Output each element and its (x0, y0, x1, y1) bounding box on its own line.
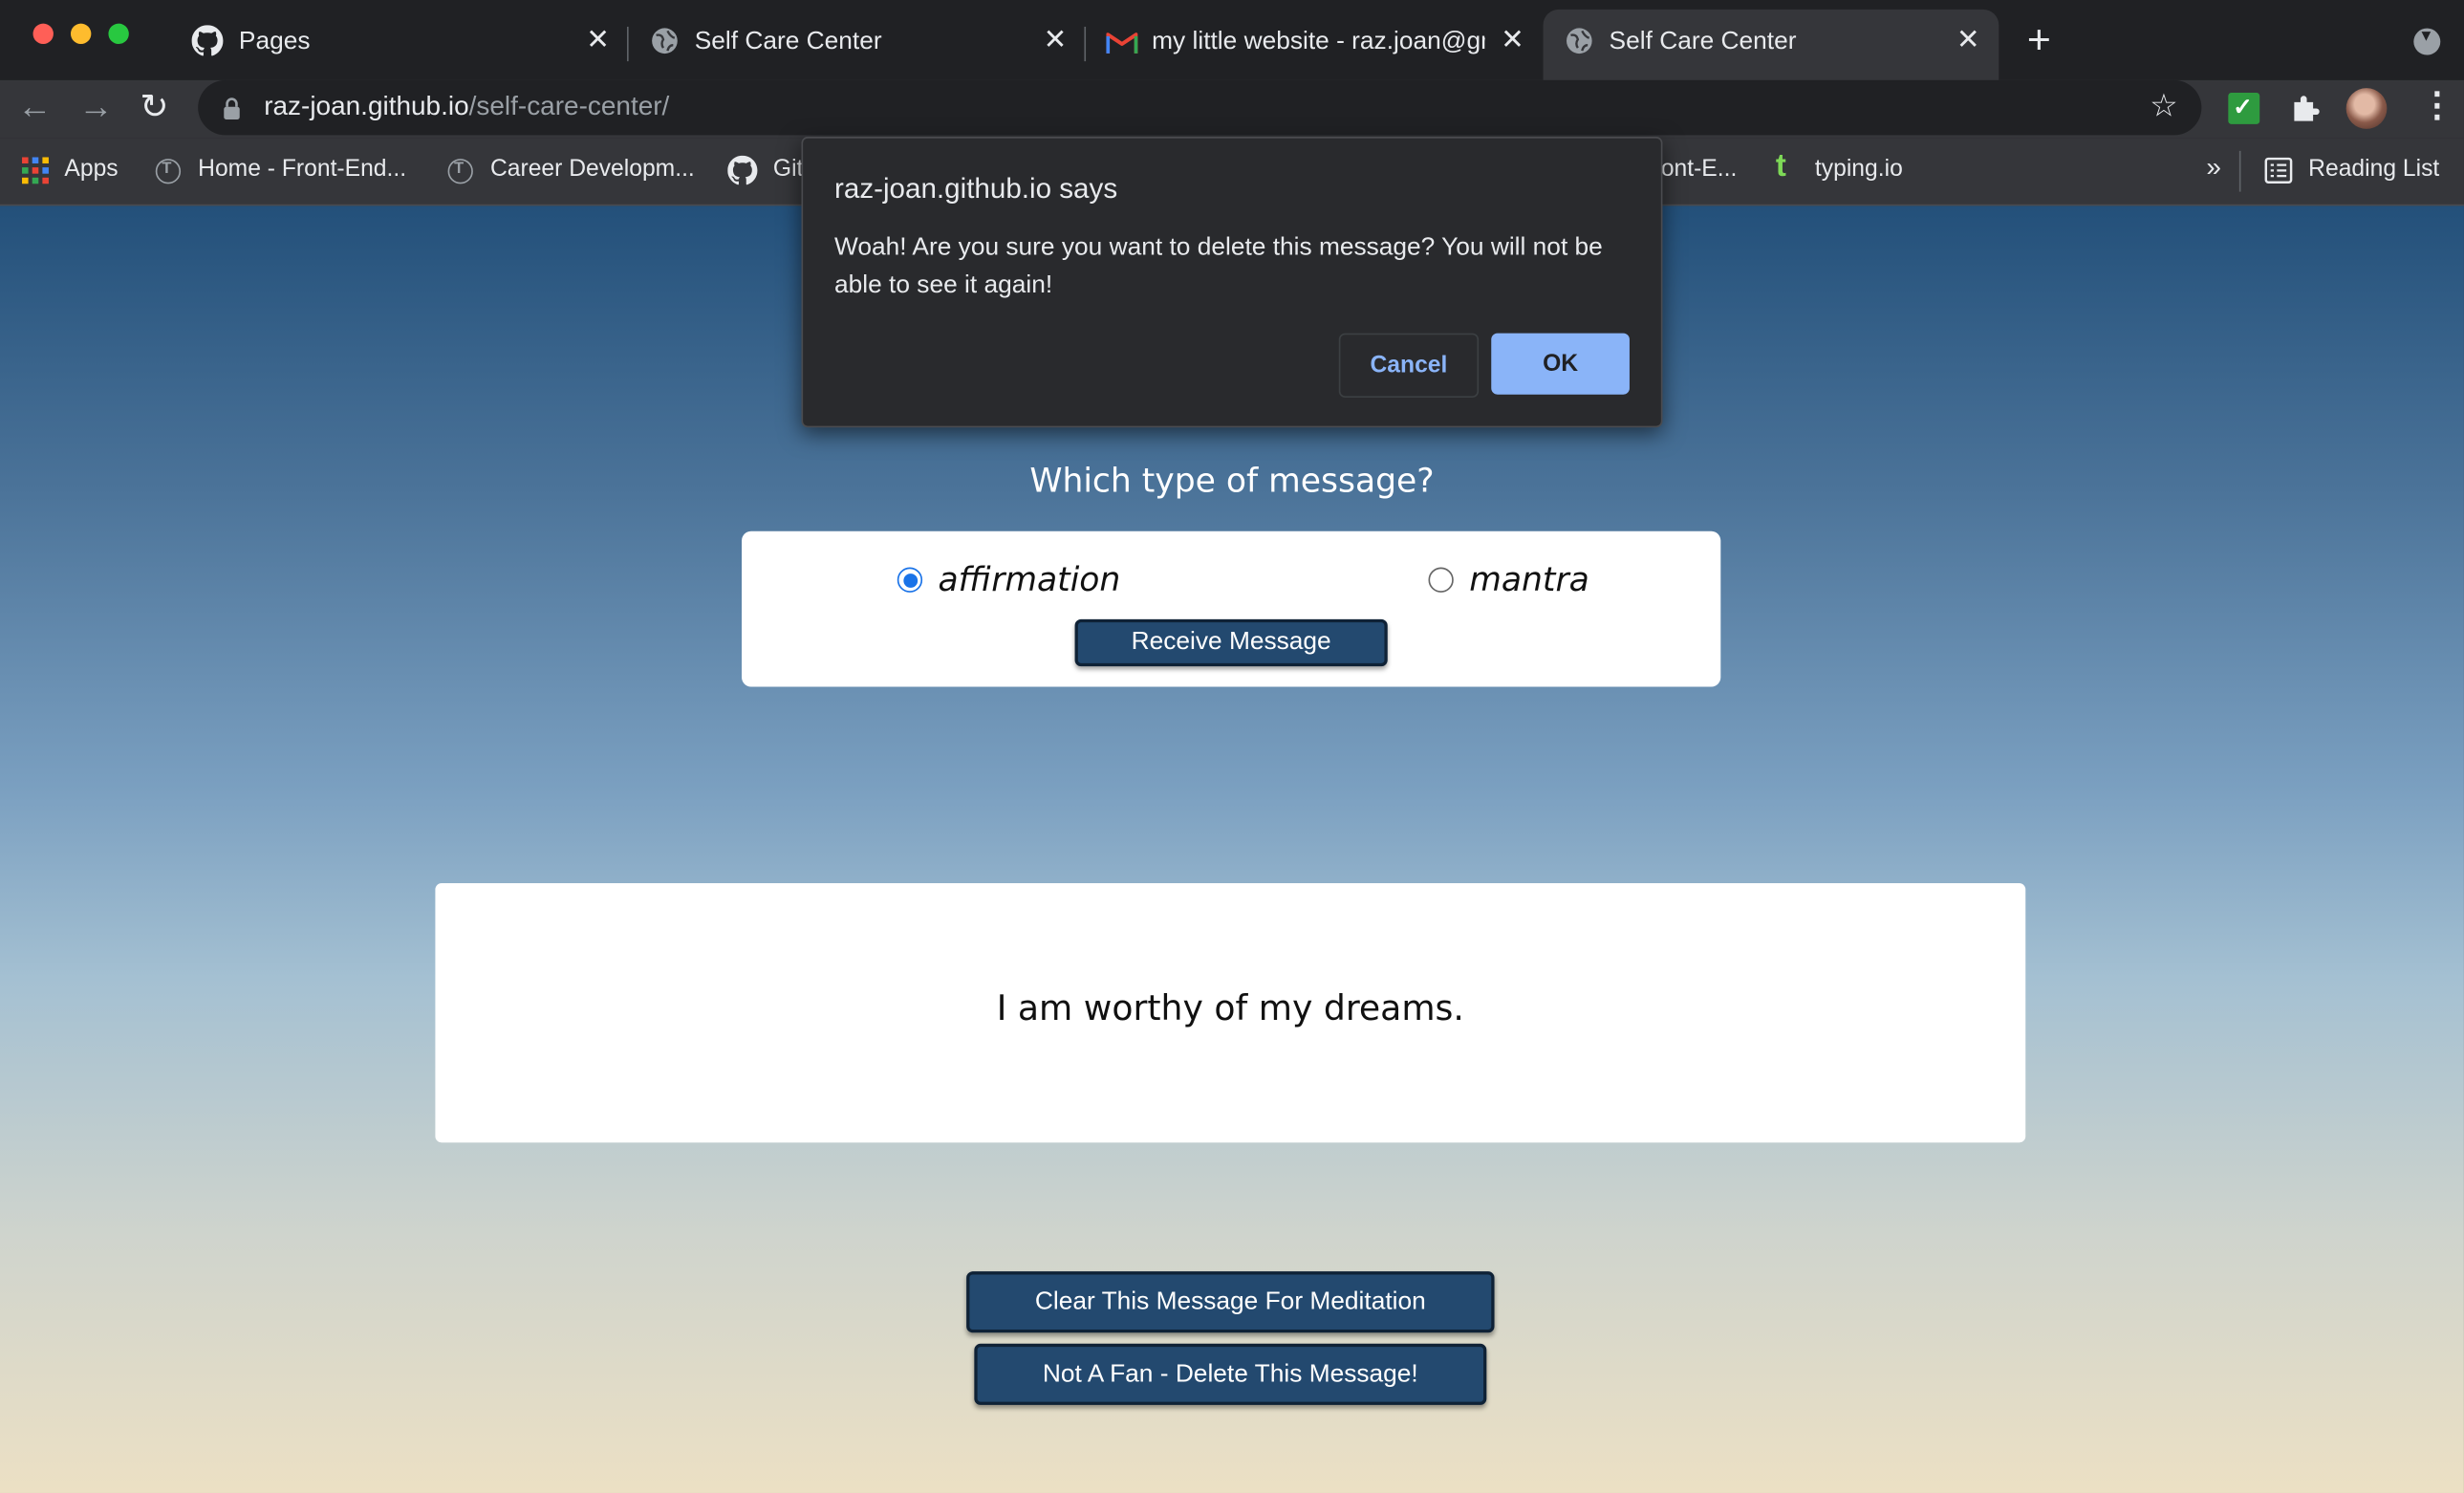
message-display-box: I am worthy of my dreams. (435, 883, 2026, 1143)
tab-divider (1084, 26, 1087, 62)
bookmark-career-development[interactable]: Career Developm... (490, 156, 695, 183)
cancel-button[interactable]: Cancel (1338, 333, 1480, 398)
reading-list-button[interactable]: Reading List (2308, 156, 2439, 183)
affirmation-radio[interactable] (897, 567, 923, 593)
kebab-menu-icon[interactable]: ⋮ (2420, 85, 2454, 126)
close-window-button[interactable] (32, 23, 54, 45)
bookmark-github[interactable]: Git (773, 156, 804, 183)
tab-label: Pages (238, 28, 311, 55)
dialog-title: raz-joan.github.io says (834, 172, 1118, 205)
delete-message-button[interactable]: Not A Fan - Delete This Message! (974, 1343, 1487, 1405)
reading-list-icon (2264, 157, 2293, 184)
mantra-label[interactable]: mantra (1469, 561, 1589, 598)
bookmarks-divider (2238, 150, 2241, 192)
extension-checkmark-icon[interactable]: ✓ (2228, 93, 2260, 124)
close-tab-icon[interactable]: ✕ (1956, 24, 1980, 55)
address-bar[interactable]: raz-joan.github.io/self-care-center/ ☆ (198, 79, 2202, 136)
bookmarks-overflow-icon[interactable]: » (2206, 152, 2221, 184)
ok-button[interactable]: OK (1491, 333, 1630, 395)
globe-icon (652, 28, 678, 54)
tab-self-care-center-active[interactable]: Self Care Center ✕ (1543, 9, 1999, 80)
check-icon: ✓ (2233, 94, 2253, 121)
bookmark-home-front-end[interactable]: Home - Front-End... (198, 156, 406, 183)
dialog-message: Woah! Are you sure you want to delete th… (834, 233, 1603, 299)
extensions-puzzle-icon[interactable] (2289, 93, 2321, 124)
profile-avatar[interactable] (2345, 88, 2388, 129)
tab-self-care-center[interactable]: Self Care Center ✕ (630, 10, 1076, 80)
reload-icon[interactable]: ↻ (140, 86, 168, 127)
gmail-icon (1106, 32, 1138, 54)
tab-label: Self Care Center (694, 28, 882, 55)
close-tab-icon[interactable]: ✕ (586, 24, 610, 55)
url-host: raz-joan.github.io (264, 91, 469, 121)
maximize-window-button[interactable] (108, 23, 129, 45)
turing-icon: T (155, 159, 182, 184)
clear-message-button[interactable]: Clear This Message For Meditation (966, 1271, 1495, 1333)
bookmark-apps[interactable]: Apps (64, 156, 118, 183)
mantra-radio[interactable] (1428, 567, 1454, 593)
tab-label: Self Care Center (1609, 28, 1797, 55)
globe-icon (1567, 28, 1592, 54)
confirm-dialog: raz-joan.github.io says Woah! Are you su… (801, 137, 1663, 428)
bookmark-star-icon[interactable]: ☆ (2150, 86, 2177, 125)
url-path: /self-care-center/ (468, 91, 670, 121)
minimize-window-button[interactable] (70, 23, 92, 45)
bookmark-typing-io[interactable]: typing.io (1815, 156, 1903, 183)
back-icon[interactable]: ← (17, 86, 52, 127)
message-type-form: affirmation mantra Receive Message (742, 530, 1721, 687)
github-icon (727, 155, 758, 185)
tab-gmail[interactable]: my little website - raz.joan@gmail.com ✕ (1088, 10, 1534, 80)
tab-strip: Pages ✕ Self Care Center ✕ my little web… (0, 0, 2464, 80)
close-tab-icon[interactable]: ✕ (1044, 24, 1068, 55)
apps-grid-icon (22, 157, 49, 184)
toolbar: ← → ↻ raz-joan.github.io/self-care-cente… (0, 79, 2464, 139)
receive-message-button[interactable]: Receive Message (1074, 618, 1388, 667)
new-tab-icon[interactable]: + (2027, 17, 2051, 61)
typing-icon: t (1775, 149, 1786, 184)
tab-divider (626, 26, 629, 62)
github-icon (191, 25, 224, 56)
tab-label: my little website - raz.joan@gmail.com (1152, 28, 1485, 55)
tab-search-button[interactable]: ▼ (2413, 28, 2441, 55)
lock-icon (224, 97, 240, 119)
chevron-down-icon: ▼ (2418, 28, 2434, 46)
url-text: raz-joan.github.io/self-care-center/ (264, 91, 669, 122)
tab-pages[interactable]: Pages ✕ (173, 10, 619, 80)
close-tab-icon[interactable]: ✕ (1501, 24, 1524, 55)
forward-icon[interactable]: → (78, 86, 113, 127)
message-text: I am worthy of my dreams. (996, 989, 1464, 1029)
bookmark-front-end[interactable]: ont-E... (1661, 156, 1738, 183)
affirmation-label[interactable]: affirmation (939, 561, 1121, 598)
message-type-question: Which type of message? (1029, 462, 1435, 500)
turing-icon: T (447, 159, 473, 184)
